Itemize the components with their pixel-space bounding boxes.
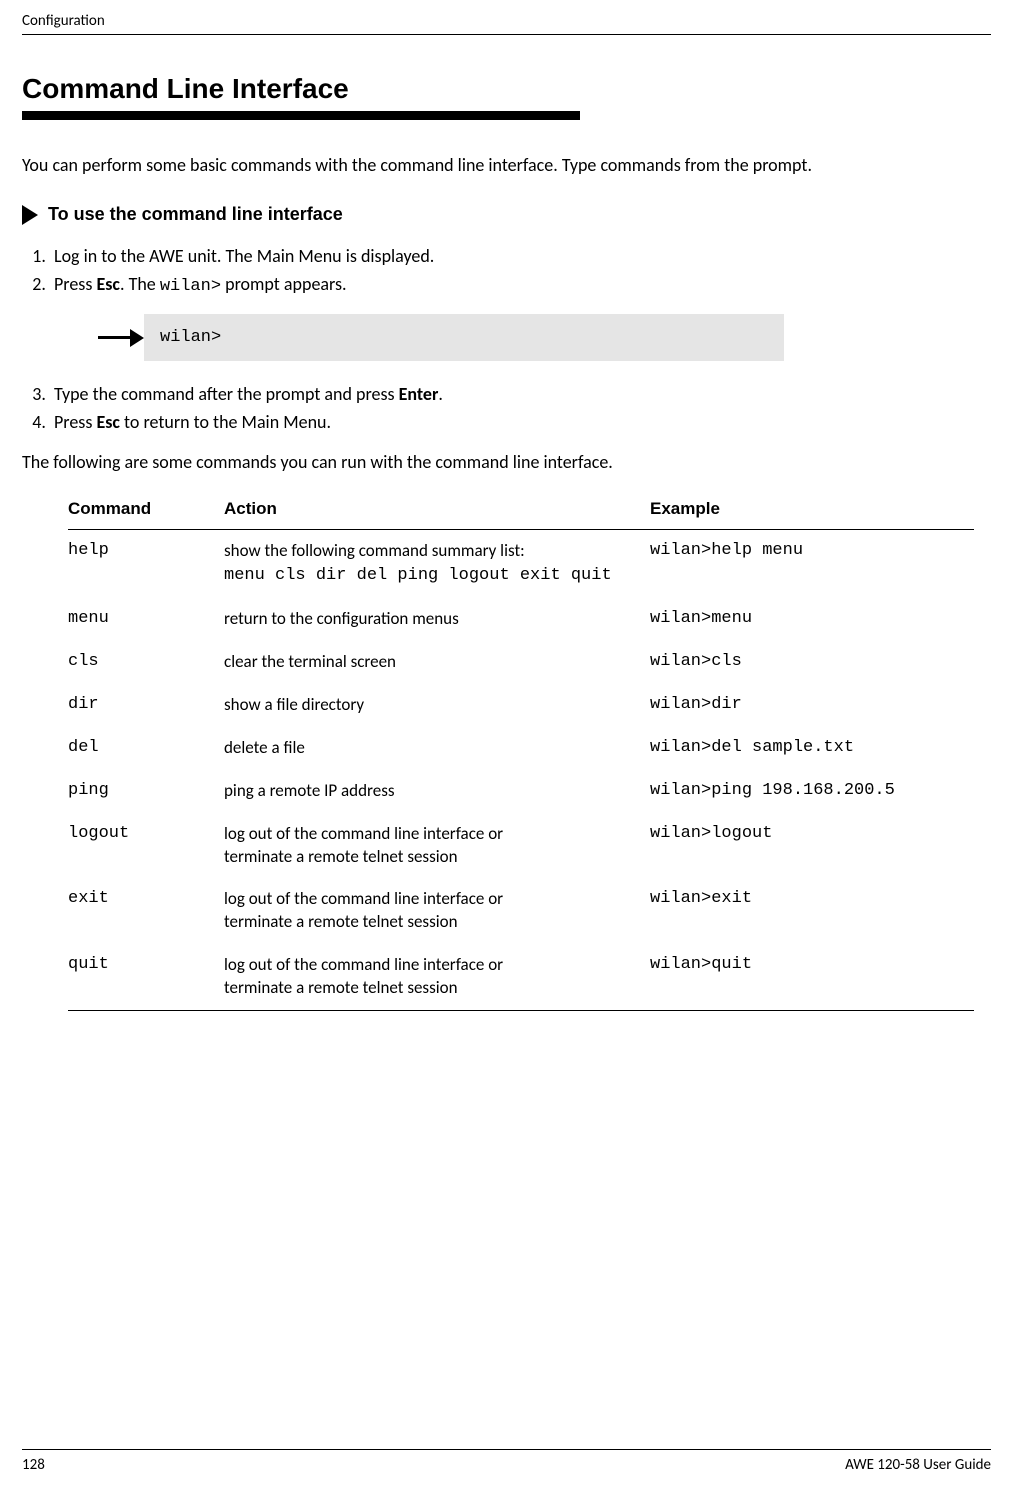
example-cell: wilan>ping 198.168.200.5 bbox=[650, 770, 974, 813]
page-number: 128 bbox=[22, 1456, 45, 1474]
step-3-pre: Type the command after the prompt and pr… bbox=[54, 383, 399, 405]
th-example: Example bbox=[650, 489, 974, 530]
step-1: Log in to the AWE unit. The Main Menu is… bbox=[50, 245, 991, 267]
example-cell: wilan>menu bbox=[650, 598, 974, 641]
cmd-cell: help bbox=[68, 530, 224, 598]
action-cell: log out of the command line interface or… bbox=[224, 813, 650, 879]
table-header-row: Command Action Example bbox=[68, 489, 974, 530]
action-cell: log out of the command line interface or… bbox=[224, 878, 650, 944]
header-section: Configuration bbox=[22, 12, 991, 35]
table-row: quit log out of the command line interfa… bbox=[68, 944, 974, 1010]
example-cell: wilan>help menu bbox=[650, 530, 974, 598]
step-4: Press Esc to return to the Main Menu. bbox=[50, 411, 991, 433]
table-row: del delete a file wilan>del sample.txt bbox=[68, 727, 974, 770]
example-cell: wilan>quit bbox=[650, 944, 974, 1010]
example-cell: wilan>del sample.txt bbox=[650, 727, 974, 770]
cmd-cell: exit bbox=[68, 878, 224, 944]
arrow-line-icon bbox=[98, 336, 130, 339]
procedure-title: To use the command line interface bbox=[48, 204, 343, 225]
step-3-post: . bbox=[438, 383, 443, 405]
action-text: show the following command summary list: bbox=[224, 540, 525, 561]
prompt-box: wilan> bbox=[144, 314, 784, 361]
action-cell: return to the configuration menus bbox=[224, 598, 650, 641]
table-row: cls clear the terminal screen wilan>cls bbox=[68, 641, 974, 684]
cmd-cell: del bbox=[68, 727, 224, 770]
step-2: Press Esc. The wilan> prompt appears. bbox=[50, 273, 991, 296]
step-2-esc: Esc bbox=[96, 273, 120, 295]
cmd-cell: menu bbox=[68, 598, 224, 641]
step-list: Log in to the AWE unit. The Main Menu is… bbox=[22, 245, 991, 296]
step-4-post: to return to the Main Menu. bbox=[120, 411, 331, 433]
action-cell: show the following command summary list:… bbox=[224, 530, 650, 598]
page-footer: 128 AWE 120-58 User Guide bbox=[22, 1449, 991, 1474]
example-cell: wilan>cls bbox=[650, 641, 974, 684]
intro-paragraph: You can perform some basic commands with… bbox=[22, 154, 991, 176]
guide-name: AWE 120-58 User Guide bbox=[845, 1456, 991, 1474]
example-cell: wilan>exit bbox=[650, 878, 974, 944]
action-cell: log out of the command line interface or… bbox=[224, 944, 650, 1010]
cmd-cell: cls bbox=[68, 641, 224, 684]
step-list-continued: Type the command after the prompt and pr… bbox=[22, 383, 991, 433]
step-3-enter: Enter bbox=[399, 383, 439, 405]
table-row: exit log out of the command line interfa… bbox=[68, 878, 974, 944]
th-command: Command bbox=[68, 489, 224, 530]
cmd-cell: logout bbox=[68, 813, 224, 879]
table-row: logout log out of the command line inter… bbox=[68, 813, 974, 879]
step-4-pre: Press bbox=[54, 411, 96, 433]
example-cell: wilan>dir bbox=[650, 684, 974, 727]
title-underline bbox=[22, 111, 580, 120]
arrow-right-icon bbox=[22, 205, 38, 225]
action-cell: ping a remote IP address bbox=[224, 770, 650, 813]
table-row: help show the following command summary … bbox=[68, 530, 974, 598]
arrow-head-icon bbox=[130, 329, 144, 347]
th-action: Action bbox=[224, 489, 650, 530]
table-row: ping ping a remote IP address wilan>ping… bbox=[68, 770, 974, 813]
step-1-text: Log in to the AWE unit. The Main Menu is… bbox=[54, 245, 434, 267]
table-intro: The following are some commands you can … bbox=[22, 451, 991, 473]
step-2-mid: . The bbox=[120, 273, 160, 295]
command-table: Command Action Example help show the fol… bbox=[68, 489, 974, 1011]
table-row: dir show a file directory wilan>dir bbox=[68, 684, 974, 727]
cmd-cell: quit bbox=[68, 944, 224, 1010]
procedure-heading: To use the command line interface bbox=[22, 204, 991, 225]
step-4-esc: Esc bbox=[96, 411, 120, 433]
prompt-callout: wilan> bbox=[98, 314, 991, 361]
cmd-cell: dir bbox=[68, 684, 224, 727]
step-2-pre: Press bbox=[54, 273, 96, 295]
example-cell: wilan>logout bbox=[650, 813, 974, 879]
action-cell: clear the terminal screen bbox=[224, 641, 650, 684]
step-3: Type the command after the prompt and pr… bbox=[50, 383, 991, 405]
step-2-post: prompt appears. bbox=[221, 273, 347, 295]
action-cell: show a file directory bbox=[224, 684, 650, 727]
table-row: menu return to the configuration menus w… bbox=[68, 598, 974, 641]
page-title: Command Line Interface bbox=[22, 73, 991, 105]
cmd-cell: ping bbox=[68, 770, 224, 813]
step-2-prompt: wilan> bbox=[160, 277, 221, 296]
action-mono: menu cls dir del ping logout exit quit bbox=[224, 566, 612, 585]
action-cell: delete a file bbox=[224, 727, 650, 770]
